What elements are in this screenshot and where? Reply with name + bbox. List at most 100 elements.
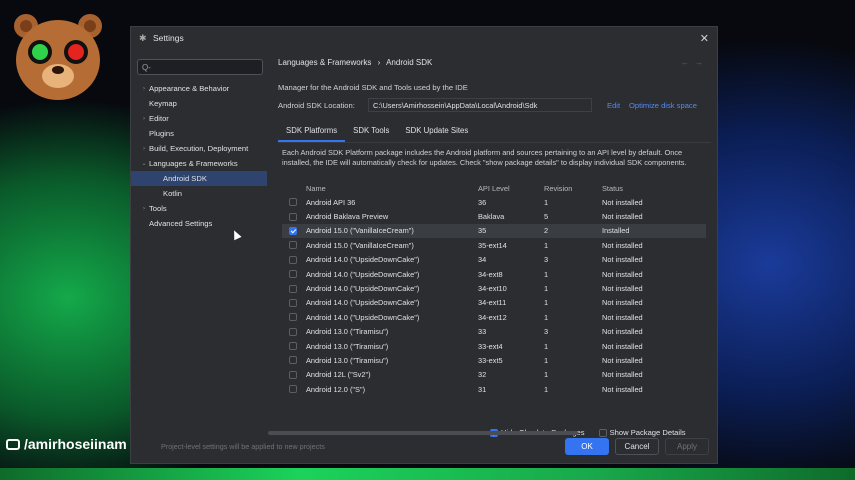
row-checkbox[interactable] xyxy=(289,255,297,264)
table-row[interactable]: Android 14.0 ("UpsideDownCake") 34-ext11 1… xyxy=(282,296,706,310)
table-row[interactable]: Android 13.0 ("Tiramisu") 33-ext5 1 Not ins… xyxy=(282,353,706,367)
row-api-level: 36 xyxy=(478,197,487,207)
row-name: Android 14.0 ("UpsideDownCake") xyxy=(306,312,420,322)
row-revision: 1 xyxy=(544,355,549,365)
optimize-disk-space-link[interactable]: Optimize disk space xyxy=(629,101,697,110)
row-api-level: Baklava xyxy=(478,212,505,222)
row-checkbox[interactable] xyxy=(289,212,297,221)
row-api-level: 33-ext5 xyxy=(478,355,503,365)
sidebar-item[interactable]: Plugins xyxy=(131,126,267,141)
search-input[interactable]: Q- xyxy=(137,59,263,75)
row-api-level: 32 xyxy=(478,370,487,380)
row-checkbox[interactable] xyxy=(289,313,297,322)
edit-link[interactable]: Edit xyxy=(607,101,620,110)
row-status: Not installed xyxy=(602,197,643,207)
row-checkbox[interactable] xyxy=(289,298,297,307)
row-name: Android 13.0 ("Tiramisu") xyxy=(306,341,389,351)
row-checkbox[interactable] xyxy=(289,198,297,207)
row-checkbox[interactable] xyxy=(289,342,297,351)
row-status: Not installed xyxy=(602,284,643,294)
sidebar-item-label: Appearance & Behavior xyxy=(149,84,230,93)
sidebar-item[interactable]: › Editor xyxy=(131,111,267,126)
row-status: Not installed xyxy=(602,327,643,337)
table-row[interactable]: Android 13.0 ("Tiramisu") 33 3 Not installe… xyxy=(282,325,706,339)
bear-mascot-logo xyxy=(14,14,102,100)
back-arrow-icon[interactable]: ← xyxy=(681,58,695,67)
sdk-platforms-table: Name API Level Revision Status Android A… xyxy=(282,182,706,418)
row-revision: 3 xyxy=(544,327,549,337)
nav-arrows[interactable]: ←→ xyxy=(681,58,709,67)
sidebar-item-label: Tools xyxy=(149,204,167,213)
column-api-level[interactable]: API Level xyxy=(478,184,544,193)
row-name: Android 15.0 ("VanillaIceCream") xyxy=(306,226,414,236)
breadcrumb-separator: › xyxy=(377,58,381,67)
row-name: Android API 36 xyxy=(306,197,356,207)
column-name[interactable]: Name xyxy=(304,184,478,193)
sidebar-item[interactable]: › Build, Execution, Deployment xyxy=(131,141,267,156)
table-row[interactable]: Android 14.0 ("UpsideDownCake") 34 3 Not in… xyxy=(282,253,706,267)
column-status[interactable]: Status xyxy=(602,184,682,193)
table-row[interactable]: Android 13.0 ("Tiramisu") 33-ext4 1 Not ins… xyxy=(282,339,706,353)
sidebar-item[interactable]: Kotlin xyxy=(131,186,267,201)
expand-arrow-icon[interactable]: › xyxy=(139,146,149,152)
sidebar-item-label: Editor xyxy=(149,114,169,123)
table-row[interactable]: Android 14.0 ("UpsideDownCake") 34-ext12 1… xyxy=(282,310,706,324)
table-row[interactable]: Android Baklava Preview Baklava 5 Not insta… xyxy=(282,209,706,223)
sdk-location-field[interactable]: C:\Users\Amirhossein\AppData\Local\Andro… xyxy=(368,98,592,112)
footer-note: Project-level settings will be applied t… xyxy=(161,442,325,451)
table-row[interactable]: Android 12L ("Sv2") 32 1 Not installed xyxy=(282,368,706,382)
expand-arrow-icon[interactable]: › xyxy=(139,86,149,92)
cancel-button[interactable]: Cancel xyxy=(615,438,659,455)
expand-arrow-icon[interactable]: › xyxy=(139,206,149,212)
row-checkbox[interactable] xyxy=(289,385,297,394)
row-status: Not installed xyxy=(602,255,643,265)
close-icon[interactable]: ✕ xyxy=(700,32,709,45)
row-api-level: 34-ext12 xyxy=(478,312,507,322)
tab-sdk-tools[interactable]: SDK Tools xyxy=(345,123,397,142)
sidebar-item-label: Languages & Frameworks xyxy=(149,159,238,168)
sidebar-item[interactable]: Android SDK xyxy=(131,171,267,186)
row-checkbox[interactable] xyxy=(289,241,297,250)
panel-description: Manager for the Android SDK and Tools us… xyxy=(278,83,468,92)
column-revision[interactable]: Revision xyxy=(544,184,602,193)
ok-button[interactable]: OK xyxy=(565,438,609,455)
table-row[interactable]: Android 15.0 ("VanillaIceCream") 35-ext14… xyxy=(282,238,706,252)
sidebar-item[interactable]: › Appearance & Behavior xyxy=(131,81,267,96)
row-status: Not installed xyxy=(602,240,643,250)
row-checkbox[interactable] xyxy=(289,270,297,279)
table-row[interactable]: Android API 36 36 1 Not installed xyxy=(282,195,706,209)
watermark: /amirhoseiinam xyxy=(6,436,127,452)
row-checkbox[interactable] xyxy=(289,226,297,235)
row-status: Not installed xyxy=(602,355,643,365)
tab-sdk-platforms[interactable]: SDK Platforms xyxy=(278,123,346,142)
table-row[interactable]: Android 12.0 ("S") 31 1 Not installed xyxy=(282,382,706,396)
sidebar-item[interactable]: ⌄ Languages & Frameworks xyxy=(131,156,267,171)
sidebar-item[interactable]: › Tools xyxy=(131,201,267,216)
search-placeholder: Q- xyxy=(142,62,151,72)
row-checkbox[interactable] xyxy=(289,370,297,379)
sidebar-item-label: Kotlin xyxy=(163,189,182,198)
breadcrumb-parent[interactable]: Languages & Frameworks xyxy=(278,58,371,67)
expand-arrow-icon[interactable]: › xyxy=(139,116,149,122)
table-row[interactable]: Android 15.0 ("VanillaIceCream") 35 2 Insta… xyxy=(282,223,706,239)
row-checkbox[interactable] xyxy=(289,356,297,365)
camera-icon xyxy=(6,438,20,450)
sidebar-item[interactable]: Advanced Settings xyxy=(131,216,267,231)
row-api-level: 34 xyxy=(478,255,487,265)
watermark-text: /amirhoseiinam xyxy=(24,436,127,452)
expand-arrow-icon[interactable]: ⌄ xyxy=(139,160,149,167)
sidebar-item[interactable]: Keymap xyxy=(131,96,267,111)
row-checkbox[interactable] xyxy=(289,284,297,293)
row-status: Not installed xyxy=(602,370,643,380)
table-body: Android API 36 36 1 Not installed Android Ba… xyxy=(282,195,706,396)
row-revision: 1 xyxy=(544,384,549,394)
platforms-info-text: Each Android SDK Platform package includ… xyxy=(282,148,687,167)
table-row[interactable]: Android 14.0 ("UpsideDownCake") 34-ext8 1 N… xyxy=(282,267,706,281)
table-row[interactable]: Android 14.0 ("UpsideDownCake") 34-ext10 1… xyxy=(282,281,706,295)
tab-sdk-update-sites[interactable]: SDK Update Sites xyxy=(397,123,476,142)
row-checkbox[interactable] xyxy=(289,327,297,336)
row-revision: 1 xyxy=(544,341,549,351)
apply-button[interactable]: Apply xyxy=(665,438,709,455)
breadcrumb: Languages & Frameworks › Android SDK xyxy=(278,58,432,67)
forward-arrow-icon[interactable]: → xyxy=(695,58,709,67)
